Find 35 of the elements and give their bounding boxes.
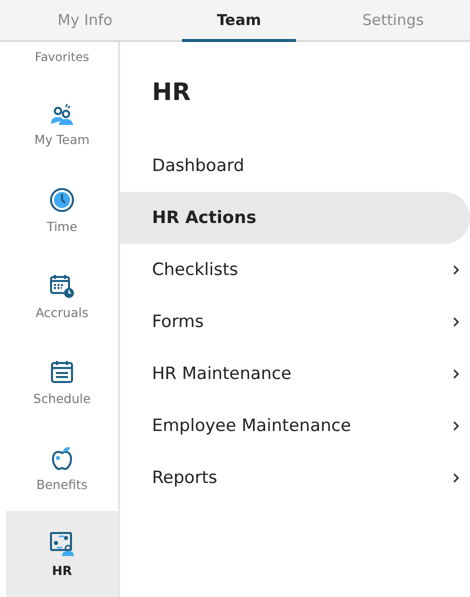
menu-item-label: Checklists xyxy=(152,260,238,280)
sidebar-item[interactable]: Time xyxy=(6,168,118,254)
menu-item-label: HR Maintenance xyxy=(152,364,292,384)
menu-item-label: Reports xyxy=(152,468,218,488)
menu-item-label: Dashboard xyxy=(152,156,244,176)
sidebar-item-label: HR xyxy=(52,562,72,578)
menu-item-label: HR Actions xyxy=(152,208,256,228)
page-title: HR xyxy=(152,78,192,106)
sidebar-item-label: Schedule xyxy=(33,390,91,406)
nav-tab[interactable]: Team xyxy=(182,0,296,42)
menu-item[interactable]: Checklists xyxy=(120,244,470,296)
sidebar-item[interactable]: Accruals xyxy=(6,254,118,340)
menu-item[interactable]: HR Actions xyxy=(120,192,470,244)
people-icon xyxy=(50,102,74,126)
menu-item[interactable]: Reports xyxy=(120,452,470,504)
menu-item[interactable]: HR Maintenance xyxy=(120,348,470,400)
sidebar-item[interactable]: Benefits xyxy=(6,425,118,512)
menu-item-label: Employee Maintenance xyxy=(152,416,352,436)
clock-icon xyxy=(49,187,75,214)
sidebar-item-label: My Team xyxy=(34,132,90,148)
sidebar-item[interactable]: Schedule xyxy=(6,339,118,426)
calendar-icon xyxy=(49,358,75,385)
apple-icon xyxy=(49,444,75,471)
menu-item[interactable]: Employee Maintenance xyxy=(120,400,470,452)
menu-item[interactable]: Forms xyxy=(120,296,470,348)
sidebar-item-label: Accruals xyxy=(36,305,88,320)
sidebar-item-label: Time xyxy=(46,219,78,234)
calendar-clock-icon xyxy=(49,273,75,300)
sidebar-item-label: Benefits xyxy=(36,476,88,492)
sidebar-item[interactable]: My Team xyxy=(6,82,118,168)
menu-item-label: Forms xyxy=(152,312,204,332)
org-board-icon xyxy=(49,530,75,557)
favorites-label: Favorites xyxy=(34,50,90,64)
sidebar-item[interactable]: HR xyxy=(6,511,118,597)
menu-item[interactable]: Dashboard xyxy=(120,140,470,192)
